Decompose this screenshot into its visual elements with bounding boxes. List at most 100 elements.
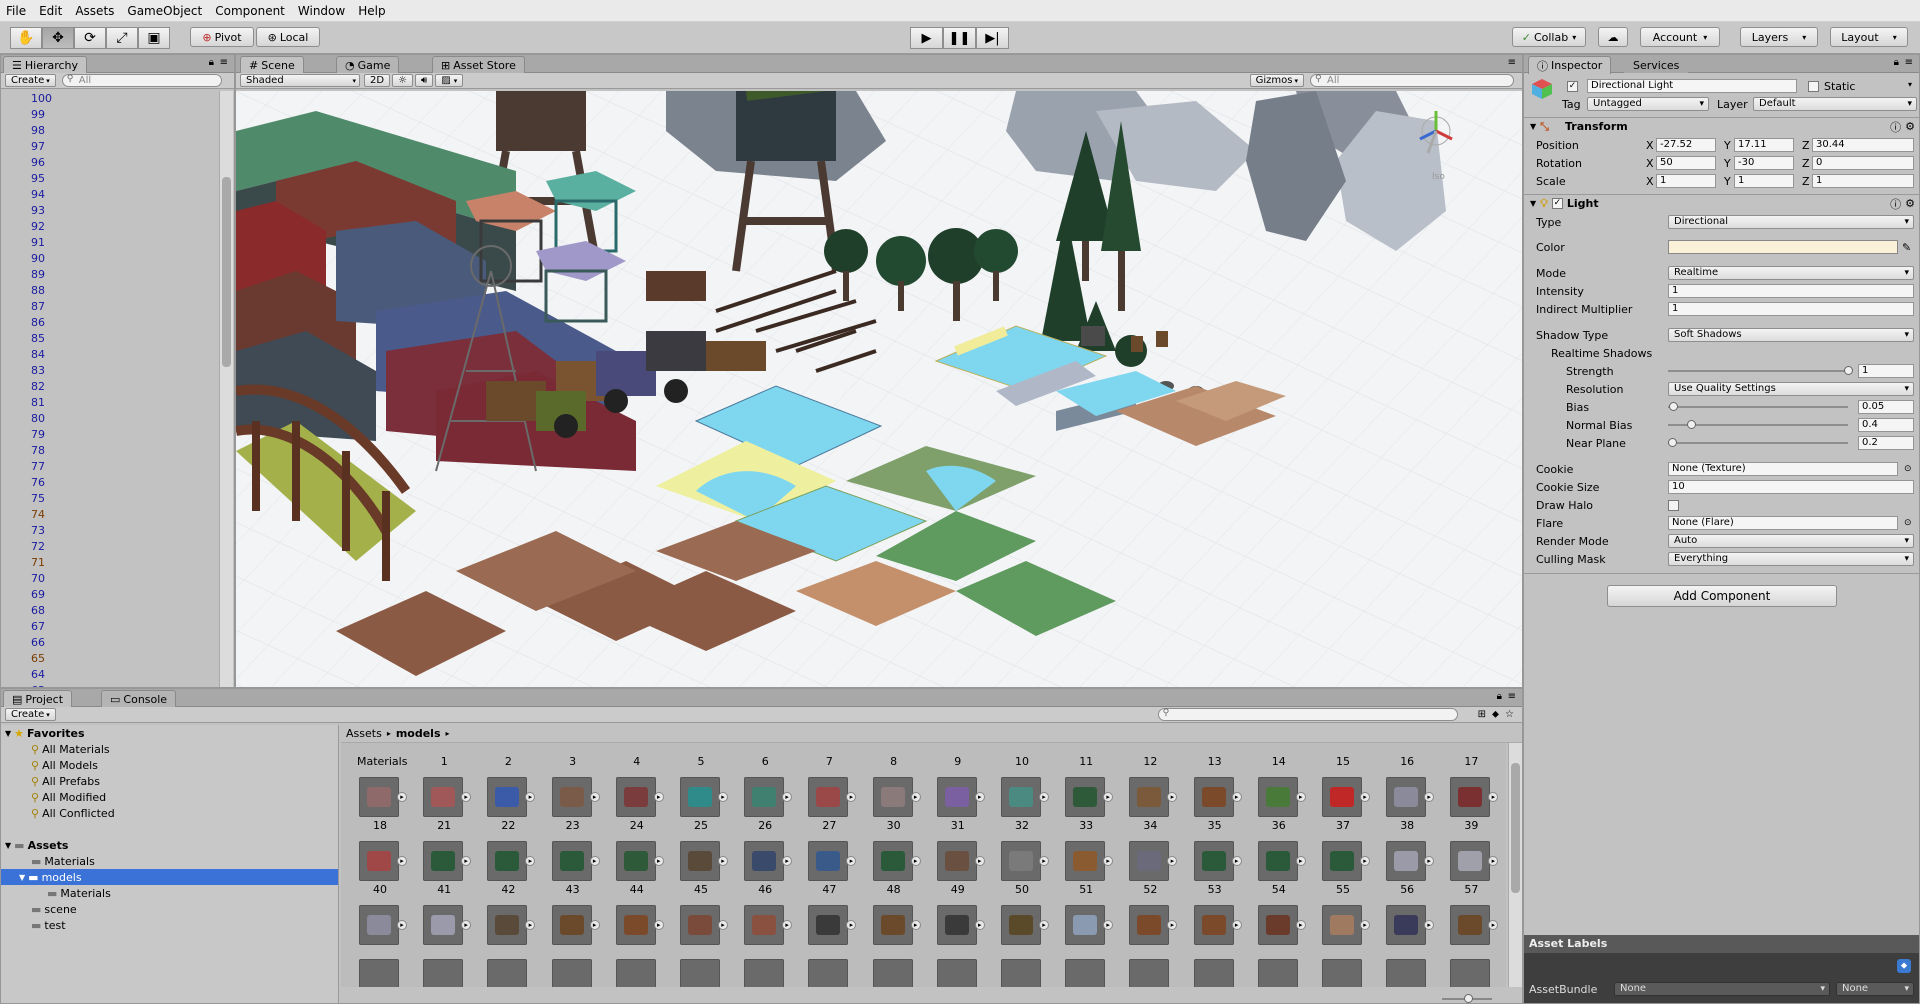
settings-gear-icon[interactable]: ⚙ [1905, 120, 1915, 133]
add-component-button[interactable]: Add Component [1607, 585, 1837, 607]
asset-item[interactable]: 47 ▸ [806, 883, 857, 963]
folder-materials[interactable]: ▬ Materials [31, 853, 95, 869]
active-checkbox[interactable]: ✓ [1567, 81, 1578, 92]
expand-arrow-icon[interactable]: ▸ [1295, 792, 1306, 802]
expand-arrow-icon[interactable]: ▸ [846, 920, 857, 930]
object-picker-icon[interactable]: ⊙ [1904, 518, 1912, 528]
layout-button[interactable]: Layout ▾ [1830, 27, 1908, 47]
hierarchy-row[interactable]: 90 [1, 251, 221, 267]
asset-thumbnail[interactable] [1193, 841, 1234, 881]
intensity-field[interactable]: 1 [1668, 284, 1914, 298]
hierarchy-create-button[interactable]: Create ▾ [5, 74, 56, 87]
expand-arrow-icon[interactable]: ▸ [653, 856, 664, 866]
expand-arrow-icon[interactable]: ▸ [846, 792, 857, 802]
expand-arrow-icon[interactable]: ▸ [1103, 920, 1114, 930]
asset-thumbnail[interactable] [872, 905, 913, 945]
favorite-all-modified[interactable]: ⚲ All Modified [31, 789, 106, 805]
expand-arrow-icon[interactable]: ▸ [525, 792, 536, 802]
tab-asset-store[interactable]: ⊞ Asset Store [432, 56, 525, 73]
tab-game[interactable]: ◔ Game [336, 56, 400, 73]
expand-arrow-icon[interactable]: ▸ [461, 920, 472, 930]
star-icon[interactable]: ☆ [1505, 709, 1514, 720]
rotate-icon[interactable]: ⟳ [74, 27, 106, 49]
help-icon[interactable]: ⓘ [1890, 119, 1901, 135]
audio-toggle[interactable]: 🔊︎ [415, 74, 434, 87]
expand-arrow-icon[interactable]: ▸ [1424, 792, 1435, 802]
expand-arrow-icon[interactable]: ▸ [910, 856, 921, 866]
step-icon[interactable]: ▶| [976, 27, 1009, 49]
strength-slider-track[interactable] [1668, 366, 1853, 375]
asset-thumbnail[interactable] [487, 905, 528, 945]
expand-arrow-icon[interactable]: ▸ [1488, 920, 1499, 930]
asset-thumbnail[interactable] [1193, 777, 1234, 817]
rotation-y-field[interactable]: -30 [1734, 156, 1794, 170]
expand-arrow-icon[interactable]: ▸ [718, 792, 728, 802]
asset-thumbnail[interactable] [1322, 777, 1362, 817]
expand-arrow-icon[interactable]: ▸ [1039, 920, 1049, 930]
render-mode-dropdown[interactable]: Auto [1668, 534, 1914, 548]
asset-thumbnail[interactable] [808, 959, 849, 987]
hierarchy-row[interactable]: 68 [1, 603, 221, 619]
menu-assets[interactable]: Assets [75, 4, 114, 18]
asset-thumbnail[interactable] [872, 841, 913, 881]
asset-thumbnail[interactable] [487, 841, 528, 881]
asset-thumbnail[interactable] [680, 777, 720, 817]
asset-thumbnail[interactable] [1001, 905, 1041, 945]
chevron-down-icon[interactable]: ▾ [1908, 80, 1912, 89]
settings-gear-icon[interactable]: ⚙ [1905, 197, 1915, 210]
near-plane-slider-track[interactable] [1667, 438, 1848, 447]
light-enabled-checkbox[interactable]: ✓ [1551, 198, 1563, 209]
asset-item[interactable]: 54 ▸ [1256, 883, 1306, 963]
asset-item[interactable]: 45 ▸ [678, 883, 728, 963]
favorites-header[interactable]: ▼ ★ Favorites [5, 725, 85, 741]
hierarchy-row[interactable]: 88 [1, 283, 221, 299]
position-x-field[interactable]: -27.52 [1656, 138, 1716, 152]
asset-grid-scrollbar[interactable] [1508, 743, 1522, 987]
hierarchy-row[interactable]: 95 [1, 171, 221, 187]
asset-thumbnail[interactable] [1450, 905, 1491, 945]
2d-toggle[interactable]: 2D [364, 74, 391, 87]
asset-thumbnail[interactable] [423, 777, 464, 817]
hierarchy-row[interactable]: 98 [1, 123, 221, 139]
bias-slider-track[interactable] [1668, 402, 1848, 411]
asset-thumbnail[interactable] [680, 959, 720, 987]
hierarchy-row[interactable]: 84 [1, 347, 221, 363]
expand-arrow-icon[interactable]: ▸ [782, 920, 793, 930]
lighting-toggle[interactable]: ☼ [392, 74, 414, 87]
panel-menu-icon[interactable]: ≡ [1508, 691, 1516, 702]
account-button[interactable]: Account ▾ [1640, 27, 1720, 47]
play-icon[interactable]: ▶ [910, 27, 943, 49]
asset-thumbnail[interactable] [551, 841, 592, 881]
asset-thumbnail[interactable] [936, 959, 977, 987]
local-button[interactable]: ⊛ Local [256, 27, 320, 47]
favorite-all-materials[interactable]: ⚲ All Materials [31, 741, 110, 757]
asset-bundle-dropdown[interactable]: None [1614, 982, 1830, 996]
favorite-all-models[interactable]: ⚲ All Models [31, 757, 98, 773]
help-icon[interactable]: ⓘ [1890, 196, 1901, 212]
folder-models[interactable]: ▼ ▬ models [1, 869, 338, 885]
asset-thumbnail[interactable] [872, 959, 913, 987]
asset-thumbnail[interactable] [1386, 959, 1427, 987]
asset-thumbnail[interactable] [1065, 841, 1106, 881]
hierarchy-row[interactable]: 74 [1, 507, 221, 523]
breadcrumb-models[interactable]: models [396, 727, 441, 740]
asset-thumbnail[interactable] [1450, 777, 1491, 817]
asset-item[interactable]: 55 ▸ [1320, 883, 1370, 963]
expand-arrow-icon[interactable]: ▸ [718, 856, 728, 866]
tab-hierarchy[interactable]: ☰ Hierarchy [3, 56, 88, 74]
asset-item[interactable]: 50 ▸ [999, 883, 1049, 963]
expand-arrow-icon[interactable]: ▸ [1231, 920, 1242, 930]
asset-thumbnail[interactable] [1322, 905, 1362, 945]
flare-field[interactable]: None (Flare) [1668, 516, 1898, 530]
hierarchy-row[interactable]: 97 [1, 139, 221, 155]
favorite-all-conflicted[interactable]: ⚲ All Conflicted [31, 805, 115, 821]
hierarchy-row[interactable]: 66 [1, 635, 221, 651]
asset-thumbnail[interactable] [1065, 905, 1106, 945]
asset-thumbnail[interactable] [1450, 841, 1491, 881]
asset-thumbnail[interactable] [936, 841, 977, 881]
move-icon[interactable]: ✥ [42, 27, 74, 49]
light-header[interactable]: ▼ 💡︎ ✓ Light ⓘ ⚙ [1524, 194, 1919, 212]
thumbnail-size-knob[interactable] [1464, 994, 1473, 1003]
asset-thumbnail[interactable] [1129, 841, 1170, 881]
expand-arrow-icon[interactable]: ▸ [1231, 856, 1242, 866]
